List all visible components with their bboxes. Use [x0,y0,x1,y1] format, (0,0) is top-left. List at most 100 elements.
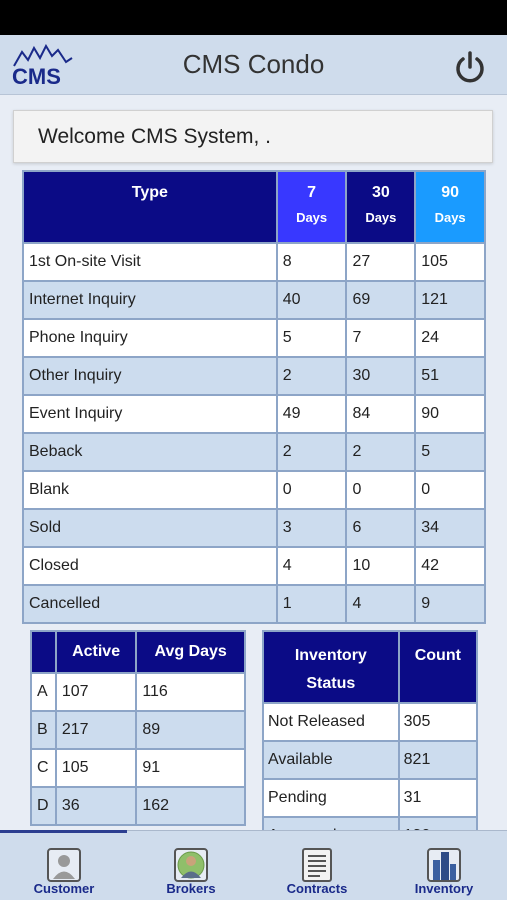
nav-customer[interactable]: Customer [14,830,114,900]
table-row: Closed 4 10 42 [22,546,486,586]
table-row: Internet Inquiry 40 69 121 [22,280,486,320]
status-cell: Pending [262,778,400,818]
col-header-inventory-status: Inventory Status [262,630,400,704]
avg-days-cell: 89 [135,710,246,750]
cell-7: 5 [275,318,348,358]
active-cell: 105 [54,748,138,788]
table-row: Not Released 305 [262,702,479,742]
col-header-grade [30,630,57,674]
cell-90: 24 [414,318,486,358]
table-row: Beback 2 2 5 [22,432,486,472]
active-cell: 36 [54,786,138,826]
table-row: C 105 91 [30,748,246,788]
table-row: Phone Inquiry 5 7 24 [22,318,486,358]
row-label: 1st On-site Visit [22,242,278,282]
row-label: Sold [22,508,278,548]
grade-cell: B [30,710,57,750]
col-header-90-days: 90 Days [414,170,486,244]
col-header-type: Type [22,170,278,244]
nav-label: Brokers [166,881,216,896]
cell-30: 27 [345,242,417,282]
cell-7: 8 [275,242,348,282]
cell-30: 0 [345,470,417,510]
table-row: Available 821 [262,740,479,780]
nav-inventory[interactable]: Inventory [394,830,494,900]
col-header-count: Count [397,630,479,704]
nav-label: Inventory [414,881,474,896]
row-label: Cancelled [22,584,278,624]
cell-7: 2 [275,356,348,396]
cell-7: 2 [275,432,348,472]
col-header-30-days: 30 Days [345,170,417,244]
app-title: CMS Condo [182,49,325,79]
cell-90: 42 [414,546,486,586]
row-label: Blank [22,470,278,510]
cell-30: 30 [345,356,417,396]
cell-90: 9 [414,584,486,624]
inventory-table: Inventory Status Count Not Released 305 Av… [262,630,479,856]
row-label: Event Inquiry [22,394,278,434]
cell-30: 7 [345,318,417,358]
welcome-banner: Welcome CMS System, . [13,110,493,163]
cell-7: 40 [275,280,348,320]
col-header-active: Active [54,630,138,674]
cell-7: 3 [275,508,348,548]
cell-30: 10 [345,546,417,586]
grade-cell: D [30,786,57,826]
cell-30: 84 [345,394,417,434]
cell-7: 0 [275,470,348,510]
grade-cell: C [30,748,57,788]
table-row: Other Inquiry 2 30 51 [22,356,486,396]
active-cell: 107 [54,672,138,712]
row-label: Other Inquiry [22,356,278,396]
power-icon[interactable] [452,50,488,86]
avg-days-cell: 162 [135,786,246,826]
row-label: Internet Inquiry [22,280,278,320]
avg-days-cell: 91 [135,748,246,788]
grade-cell: A [30,672,57,712]
table-row: D 36 162 [30,786,246,826]
table-row: Cancelled 1 4 9 [22,584,486,624]
nav-brokers[interactable]: Brokers [141,830,241,900]
nav-label: Customer [33,881,95,896]
cell-7: 4 [275,546,348,586]
count-cell: 31 [397,778,479,818]
cell-90: 90 [414,394,486,434]
cell-30: 2 [345,432,417,472]
welcome-text: Welcome CMS System, . [38,125,271,148]
cell-30: 4 [345,584,417,624]
status-bar [0,0,507,35]
col-header-avg-days: Avg Days [135,630,246,674]
row-label: Phone Inquiry [22,318,278,358]
nav-label: Contracts [286,881,348,896]
brokers-icon [174,848,208,882]
inventory-icon [427,848,461,882]
table-row: Sold 3 6 34 [22,508,486,548]
cell-90: 34 [414,508,486,548]
status-cell: Not Released [262,702,400,742]
table-row: Event Inquiry 49 84 90 [22,394,486,434]
cell-90: 105 [414,242,486,282]
cell-90: 5 [414,432,486,472]
table-row: Blank 0 0 0 [22,470,486,510]
count-cell: 821 [397,740,479,780]
table-row: A 107 116 [30,672,246,712]
contracts-icon [302,848,332,882]
col-header-7-days: 7 Days [275,170,348,244]
cell-90: 121 [414,280,486,320]
cell-30: 6 [345,508,417,548]
customer-icon [47,848,81,882]
table-row: Pending 31 [262,778,479,818]
count-cell: 305 [397,702,479,742]
active-cell: 217 [54,710,138,750]
table-row: B 217 89 [30,710,246,750]
cell-7: 1 [275,584,348,624]
row-label: Closed [22,546,278,586]
avg-days-cell: 116 [135,672,246,712]
cell-90: 0 [414,470,486,510]
table-row: 1st On-site Visit 8 27 105 [22,242,486,282]
nav-contracts[interactable]: Contracts [267,830,367,900]
row-label: Beback [22,432,278,472]
cell-30: 69 [345,280,417,320]
cell-90: 51 [414,356,486,396]
